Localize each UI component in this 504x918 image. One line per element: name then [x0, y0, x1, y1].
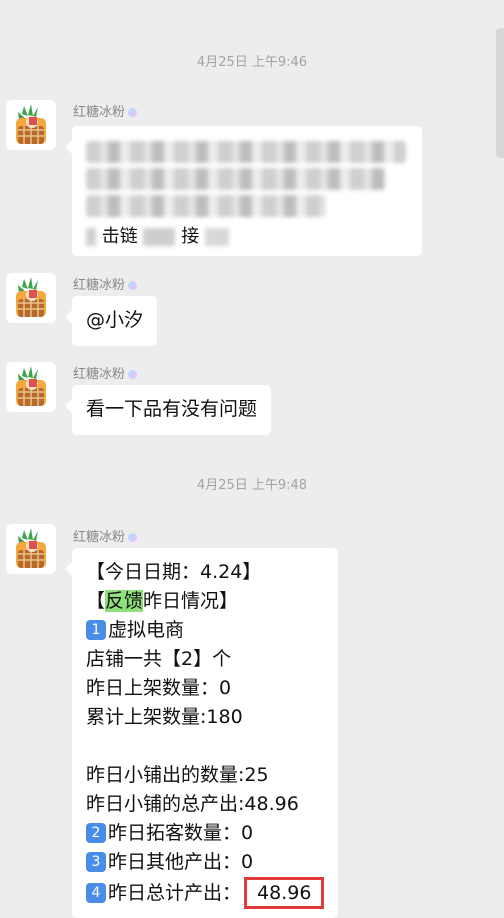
- timestamp: 4月25日 上午9:48: [196, 478, 308, 493]
- sender-name: 红糖冰粉: [73, 101, 138, 120]
- sender-name: 红糖冰粉: [73, 526, 138, 545]
- listed-total: 累计上架数量:180: [86, 706, 243, 728]
- badge-icon: [128, 370, 138, 379]
- message-bubble[interactable]: 【今日日期：4.24】 【反馈昨日情况】 1 虚拟电商 店铺一共【2】个 昨日上架…: [65, 548, 338, 918]
- pineapple-avatar-icon: [16, 104, 46, 144]
- message-text: 看一下品有没有问题: [86, 398, 258, 420]
- blurred-content: [204, 228, 229, 246]
- badge-icon: [128, 281, 138, 290]
- blurred-content: [86, 141, 406, 163]
- keycap-2-icon: 2: [86, 823, 106, 843]
- report-heading: 【反馈昨日情况】: [86, 590, 239, 612]
- message-bubble[interactable]: 击链 接: [65, 126, 422, 256]
- avatar[interactable]: [6, 362, 56, 412]
- keycap-3-icon: 3: [86, 852, 106, 872]
- pineapple-avatar-icon: [16, 277, 46, 317]
- message-text: 接: [181, 226, 200, 247]
- message-bubble[interactable]: @小汐: [64, 296, 158, 346]
- blurred-content: [143, 228, 176, 246]
- timestamp: 4月25日 上午9:46: [196, 55, 308, 70]
- keycap-4-icon: 4: [86, 883, 106, 903]
- blurred-content: [86, 228, 96, 246]
- badge-icon: [128, 108, 138, 117]
- keycap-1-icon: 1: [86, 620, 106, 640]
- sold-count: 昨日小铺出的数量:25: [86, 764, 269, 786]
- avatar[interactable]: [6, 100, 56, 150]
- report-date: 【今日日期：4.24】: [86, 561, 262, 583]
- section-3: 3 昨日其他产出：0: [86, 848, 324, 877]
- store-count: 店铺一共【2】个: [86, 648, 232, 670]
- section-4: 4 昨日总计产出： 48.96: [86, 877, 325, 909]
- message-bubble[interactable]: 看一下品有没有问题: [64, 385, 272, 435]
- scrollbar[interactable]: [496, 28, 504, 158]
- blurred-content: [86, 168, 386, 190]
- avatar[interactable]: [6, 524, 56, 574]
- message-text: 击链: [101, 226, 138, 247]
- avatar[interactable]: [6, 273, 56, 323]
- section-1: 1 虚拟电商: [86, 616, 324, 645]
- total-output: 昨日小铺的总产出:48.96: [86, 793, 299, 815]
- pineapple-avatar-icon: [16, 528, 46, 568]
- pineapple-avatar-icon: [16, 366, 46, 406]
- highlight-word[interactable]: 反馈: [105, 590, 144, 612]
- blurred-content: [86, 195, 326, 217]
- sender-name: 红糖冰粉: [73, 274, 138, 293]
- section-2: 2 昨日拓客数量：0: [86, 819, 324, 848]
- message-text: @小汐: [86, 309, 144, 331]
- highlighted-total: 48.96: [244, 877, 325, 909]
- listed-yesterday: 昨日上架数量：0: [86, 677, 232, 699]
- badge-icon: [128, 533, 138, 542]
- sender-name: 红糖冰粉: [73, 363, 138, 382]
